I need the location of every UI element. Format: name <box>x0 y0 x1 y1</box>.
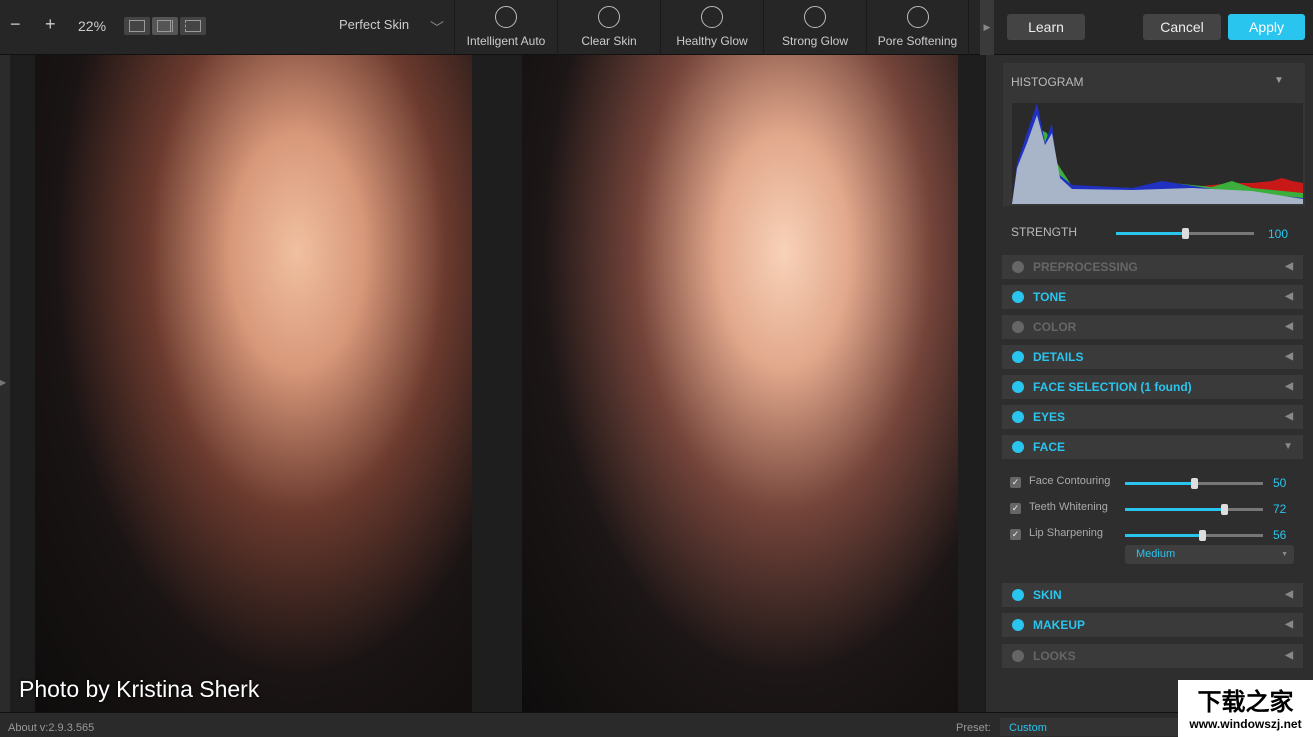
preset-strong-glow[interactable]: Strong Glow <box>763 0 866 55</box>
section-color[interactable]: COLOR ◀ <box>1002 315 1303 339</box>
lip-sharpening-slider[interactable] <box>1125 530 1263 541</box>
section-skin[interactable]: SKIN ◀ <box>1002 583 1303 607</box>
teeth-whitening-checkbox[interactable]: ✓ <box>1010 503 1021 514</box>
learn-button[interactable]: Learn <box>1007 14 1085 40</box>
toolbar: − + 22% Perfect Skin ﹀ Intelligent Auto … <box>0 0 1313 55</box>
preset-intelligent-auto[interactable]: Intelligent Auto <box>454 0 557 55</box>
strength-value: 100 <box>1268 227 1289 241</box>
photo-credit: Photo by Kristina Sherk <box>19 676 260 702</box>
collapse-histogram-icon[interactable]: ▼ <box>1274 75 1284 86</box>
zoom-in-button[interactable]: + <box>45 14 56 35</box>
glow-face-icon <box>701 6 723 28</box>
preset-clear-skin[interactable]: Clear Skin <box>557 0 660 55</box>
side-by-side-view-button[interactable] <box>152 17 178 35</box>
section-details[interactable]: DETAILS ◀ <box>1002 345 1303 369</box>
section-tone[interactable]: TONE ◀ <box>1002 285 1303 309</box>
zoom-out-button[interactable]: − <box>10 14 21 35</box>
preset-healthy-glow[interactable]: Healthy Glow <box>660 0 763 55</box>
face-auto-icon <box>495 6 517 28</box>
section-face-selection[interactable]: FACE SELECTION (1 found) ◀ <box>1002 375 1303 399</box>
cancel-button[interactable]: Cancel <box>1143 14 1221 40</box>
face-contouring-row: ✓ Face Contouring 50 <box>1010 475 1287 490</box>
histogram-title: HISTOGRAM <box>1011 75 1084 89</box>
zoom-level: 22% <box>78 18 107 34</box>
left-panel-toggle[interactable]: ▶ <box>0 378 6 387</box>
after-photo <box>522 55 958 712</box>
chevron-down-icon[interactable]: ﹀ <box>430 18 444 38</box>
face-contouring-slider[interactable] <box>1125 478 1263 489</box>
strength-label: STRENGTH <box>1011 225 1077 239</box>
watermark: 下载之家 www.windowszj.net <box>1178 680 1313 737</box>
section-eyes[interactable]: EYES ◀ <box>1002 405 1303 429</box>
face-contouring-checkbox[interactable]: ✓ <box>1010 477 1021 488</box>
teeth-whitening-slider[interactable] <box>1125 504 1263 515</box>
preset-pore-softening[interactable]: Pore Softening <box>866 0 969 55</box>
status-bar: About v:2.9.3.565 Preset: Custom <box>0 712 1313 737</box>
preset-value[interactable]: Custom <box>1000 718 1180 736</box>
split-view-button[interactable] <box>180 17 206 35</box>
apply-button[interactable]: Apply <box>1228 14 1305 40</box>
section-preprocessing[interactable]: PREPROCESSING ◀ <box>1002 255 1303 279</box>
single-view-button[interactable] <box>124 17 150 35</box>
pore-icon <box>906 6 929 28</box>
lip-sharpening-mode-select[interactable]: Medium ▼ <box>1125 545 1294 564</box>
histogram-graph <box>1012 103 1303 204</box>
lip-sharpening-checkbox[interactable]: ✓ <box>1010 529 1021 540</box>
section-makeup[interactable]: MAKEUP ◀ <box>1002 613 1303 637</box>
face-icon <box>598 6 620 28</box>
section-face[interactable]: FACE ▼ <box>1002 435 1303 459</box>
before-photo <box>35 55 472 712</box>
strength-slider[interactable] <box>1116 228 1254 239</box>
strong-glow-icon <box>804 6 826 28</box>
section-looks[interactable]: LOOKS ◀ <box>1002 644 1303 668</box>
teeth-whitening-row: ✓ Teeth Whitening 72 <box>1010 501 1287 516</box>
lip-sharpening-row: ✓ Lip Sharpening 56 <box>1010 527 1287 542</box>
preset-name[interactable]: Perfect Skin <box>339 17 409 32</box>
version-label[interactable]: About v:2.9.3.565 <box>8 722 94 734</box>
preset-label: Preset: <box>956 722 991 734</box>
scroll-presets-right-button[interactable]: ▶ <box>980 0 994 55</box>
